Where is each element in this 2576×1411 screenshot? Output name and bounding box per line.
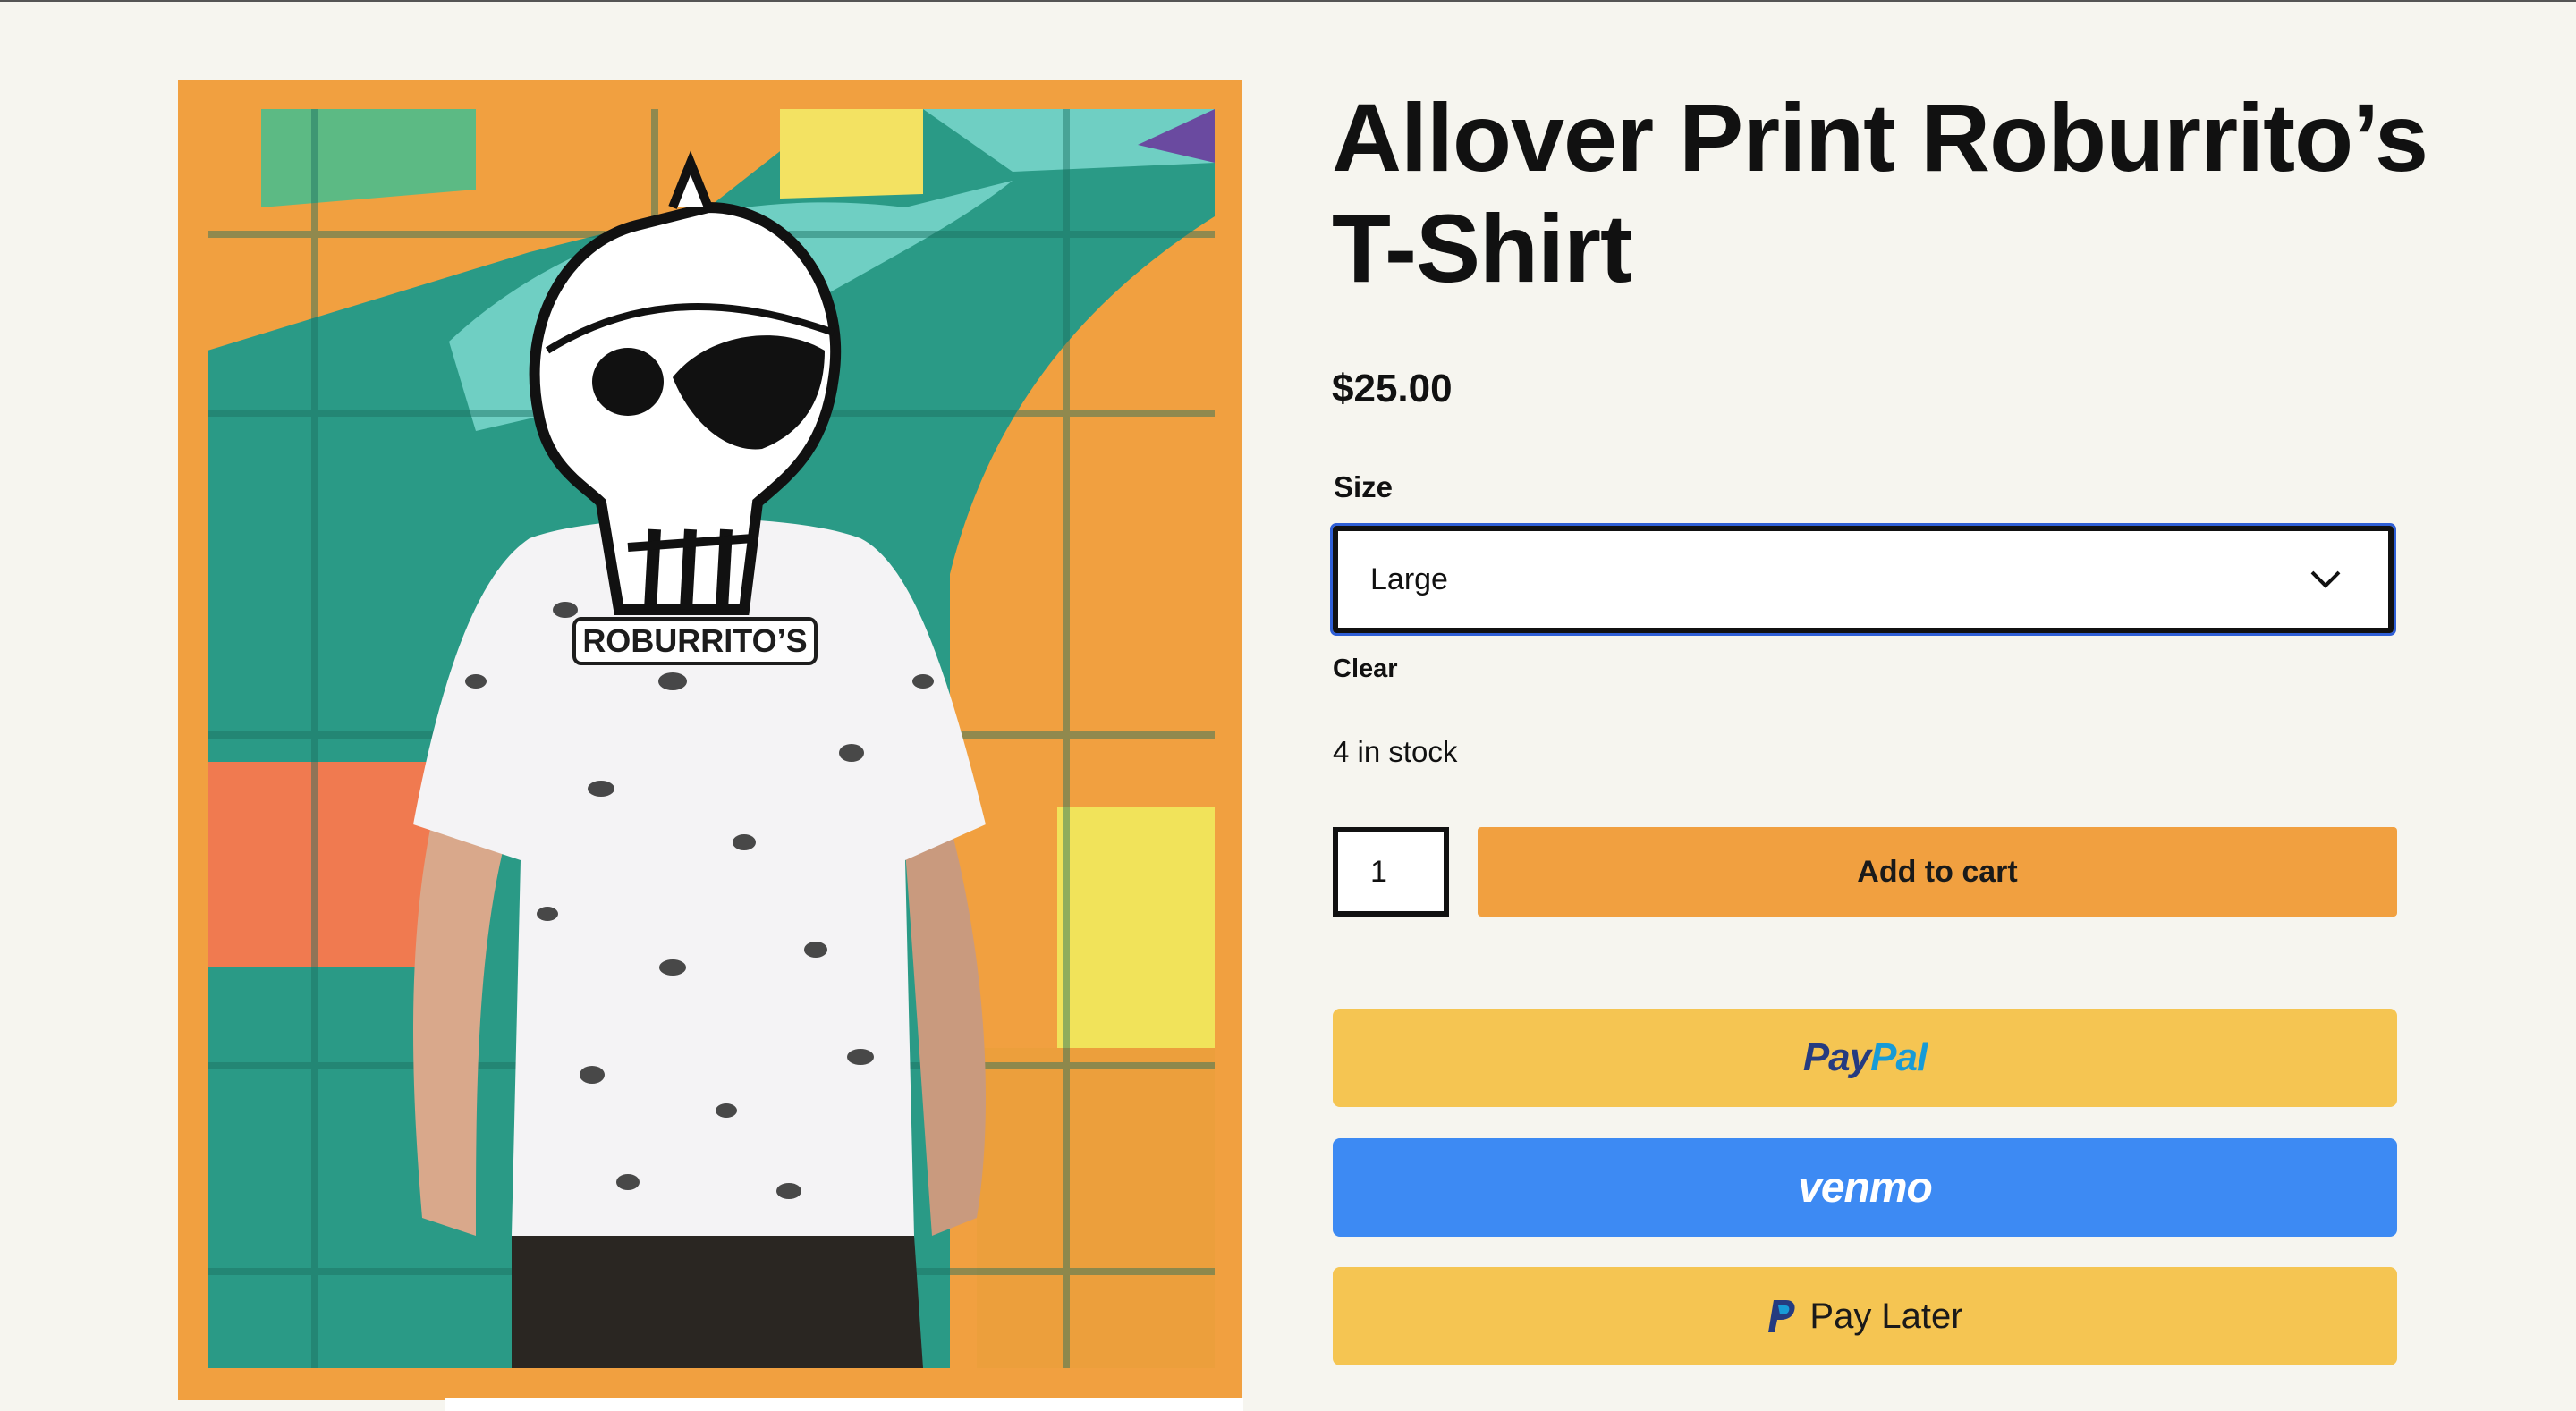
size-select-value: Large	[1370, 562, 1448, 596]
paypal-p-icon	[1768, 1300, 1795, 1332]
add-to-cart-button[interactable]: Add to cart	[1478, 827, 2397, 917]
venmo-logo: venmo	[1798, 1163, 1933, 1212]
top-border	[0, 0, 2576, 2]
paypal-logo: PayPal	[1802, 1035, 1928, 1079]
product-price: $25.00	[1332, 367, 1453, 410]
product-image-frame: ROBURRITO’S	[178, 80, 1242, 1400]
pay-later-button[interactable]: Pay Later	[1333, 1267, 2397, 1365]
image-gallery-strip	[445, 1398, 1243, 1411]
product-photo-illustration: ROBURRITO’S	[208, 109, 1215, 1368]
size-label: Size	[1334, 470, 1394, 503]
size-select[interactable]: Large	[1330, 523, 2396, 636]
stock-status: 4 in stock	[1333, 735, 1458, 768]
product-title: Allover Print Roburrito’s T-Shirt	[1332, 83, 2428, 302]
chevron-down-icon	[2310, 570, 2341, 588]
clear-selection-link[interactable]: Clear	[1333, 655, 1398, 684]
pay-later-label: Pay Later	[1809, 1296, 1963, 1336]
paypal-button[interactable]: PayPal	[1333, 1009, 2397, 1107]
quantity-input[interactable]: 1	[1333, 827, 1449, 917]
product-image[interactable]: ROBURRITO’S	[208, 109, 1215, 1368]
venmo-button[interactable]: venmo	[1333, 1138, 2397, 1237]
shirt-print-text: ROBURRITO’S	[582, 622, 807, 659]
